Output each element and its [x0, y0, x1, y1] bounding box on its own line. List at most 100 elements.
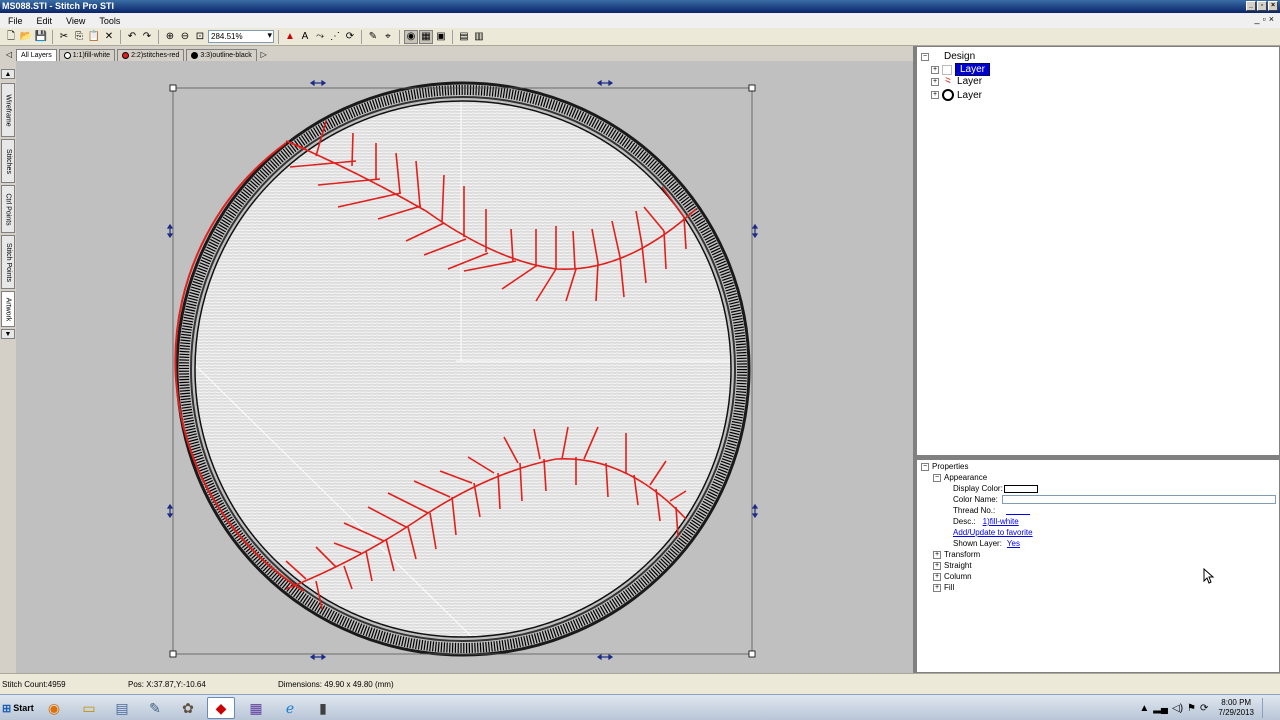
- explorer-folder-icon[interactable]: ▭: [75, 697, 103, 719]
- color-name-field[interactable]: [1001, 495, 1276, 504]
- utility-app-icon[interactable]: ▮: [309, 697, 337, 719]
- side-scroll-up-icon[interactable]: ▲: [1, 69, 15, 79]
- layer-color-red-icon: [122, 52, 130, 59]
- internet-explorer-icon[interactable]: ℯ: [276, 697, 304, 719]
- show-wireframe-icon[interactable]: ▦: [419, 29, 433, 44]
- stitch-tool-icon[interactable]: ⤳: [313, 30, 327, 44]
- column-tool-icon[interactable]: ⋰: [328, 30, 342, 44]
- tool-app-icon[interactable]: ✿: [174, 697, 202, 719]
- column-group[interactable]: + Column: [933, 572, 972, 581]
- speaker-icon[interactable]: ◁): [1172, 703, 1183, 714]
- menu-edit[interactable]: Edit: [29, 16, 59, 26]
- shown-layer-value[interactable]: Yes: [1007, 539, 1020, 548]
- expand-icon[interactable]: +: [931, 91, 939, 99]
- design-tree: − Design + Layer + ⺀ Layer + Layer: [916, 46, 1280, 456]
- thread-no-field[interactable]: [1006, 507, 1031, 515]
- media-player-icon[interactable]: ◉: [40, 697, 68, 719]
- open-folder-icon[interactable]: 📂: [19, 30, 33, 44]
- show-desktop-button[interactable]: [1262, 698, 1270, 718]
- system-tray: ▲ ▂▄ ◁) ⚑ ⟳ 8:00 PM 7/29/2013: [1139, 697, 1280, 719]
- appearance-group[interactable]: − Appearance: [933, 473, 987, 482]
- text-tool-icon[interactable]: A: [298, 30, 312, 44]
- mdi-close-icon[interactable]: ×: [1269, 14, 1274, 24]
- tree-layer-2[interactable]: + ⺀ Layer: [931, 76, 982, 88]
- undo-icon[interactable]: ↶: [125, 30, 139, 44]
- minimize-button[interactable]: _: [1246, 1, 1256, 11]
- status-bar: Stitch Count:4959 Pos: X:37.87,Y:-10.64 …: [0, 673, 1280, 694]
- redo-icon[interactable]: ↷: [140, 30, 154, 44]
- update-icon[interactable]: ⟳: [1200, 703, 1208, 714]
- applique-tool-icon[interactable]: ⟳: [343, 30, 357, 44]
- menu-file[interactable]: File: [0, 16, 29, 26]
- start-button[interactable]: ⊞ Start: [0, 696, 36, 720]
- grid-icon[interactable]: ▤: [457, 30, 471, 44]
- collapse-icon[interactable]: −: [933, 473, 941, 482]
- tab-layer-2[interactable]: 2:2)stitches-red: [117, 49, 185, 61]
- properties-panel: − Properties − Appearance Display Color:…: [916, 459, 1280, 673]
- expand-icon[interactable]: +: [933, 583, 941, 592]
- collapse-icon[interactable]: −: [921, 462, 929, 471]
- clock[interactable]: 8:00 PM 7/29/2013: [1218, 698, 1254, 718]
- tabs-scroll-right-icon[interactable]: ▷: [259, 49, 269, 61]
- mdi-restore-icon[interactable]: ▫: [1263, 14, 1266, 24]
- menu-view[interactable]: View: [58, 16, 91, 26]
- collapse-icon[interactable]: −: [921, 52, 929, 61]
- expand-icon[interactable]: +: [933, 550, 941, 559]
- tabs-scroll-left-icon[interactable]: ◁: [4, 49, 14, 61]
- notepad-icon[interactable]: ✎: [141, 697, 169, 719]
- add-favorite-link[interactable]: Add/Update to favorite: [953, 528, 1033, 537]
- pen-tool-icon[interactable]: ✎: [366, 30, 380, 44]
- zoom-out-icon[interactable]: ⊖: [178, 30, 192, 44]
- design-canvas[interactable]: [16, 61, 913, 673]
- tab-layer-3[interactable]: 3:3)outline-black: [186, 49, 257, 61]
- properties-header[interactable]: − Properties: [921, 462, 968, 471]
- transform-group[interactable]: + Transform: [933, 550, 980, 559]
- delete-icon[interactable]: ✕: [102, 30, 116, 44]
- mdi-minimize-icon[interactable]: _: [1255, 14, 1260, 24]
- network-icon[interactable]: ▂▄: [1153, 703, 1168, 714]
- zoom-combo[interactable]: 284.51%: [208, 30, 274, 43]
- fill-group[interactable]: + Fill: [933, 583, 954, 592]
- show-artwork-icon[interactable]: ▣: [434, 30, 448, 44]
- restore-button[interactable]: ▫: [1257, 1, 1267, 11]
- fill-tool-icon[interactable]: ▲: [283, 30, 297, 44]
- straight-group[interactable]: + Straight: [933, 561, 972, 570]
- hoop-icon[interactable]: ▥: [472, 30, 486, 44]
- side-tab-wireframe[interactable]: Wireframe: [1, 83, 15, 137]
- close-button[interactable]: ×: [1268, 1, 1278, 11]
- menu-tools[interactable]: Tools: [91, 16, 126, 26]
- desc-value[interactable]: 1)fill-white: [983, 517, 1019, 526]
- layer-color-white-icon: [63, 52, 71, 59]
- side-tab-stitch-points[interactable]: Stitch Points: [1, 235, 15, 289]
- zoom-fit-icon[interactable]: ⊡: [193, 30, 207, 44]
- side-tab-ctrl-points[interactable]: Ctrl Points: [1, 185, 15, 233]
- save-icon[interactable]: 💾: [34, 30, 48, 44]
- show-stitches-icon[interactable]: ◉: [404, 29, 418, 44]
- expand-icon[interactable]: +: [931, 77, 939, 86]
- tab-layer-1[interactable]: 1:1)fill-white: [58, 49, 116, 61]
- document-icon[interactable]: ▤: [108, 697, 136, 719]
- tree-layer-1[interactable]: + Layer: [931, 63, 991, 76]
- tree-root[interactable]: − Design: [921, 51, 975, 62]
- show-hidden-icons-icon[interactable]: ▲: [1139, 703, 1149, 714]
- zoom-in-icon[interactable]: ⊕: [163, 30, 177, 44]
- cut-icon[interactable]: ✂: [57, 30, 71, 44]
- side-scroll-down-icon[interactable]: ▼: [1, 329, 15, 339]
- edit-points-icon[interactable]: ⌖: [381, 30, 395, 44]
- new-file-icon[interactable]: 🗋: [4, 30, 18, 44]
- expand-icon[interactable]: +: [931, 65, 939, 74]
- favorite-row: Add/Update to favorite: [953, 528, 1033, 537]
- image-app-icon[interactable]: ▦: [242, 697, 270, 719]
- side-tab-artwork[interactable]: Artwork: [1, 291, 15, 327]
- stitch-pro-taskbar-icon[interactable]: ◆: [207, 697, 235, 719]
- copy-icon[interactable]: ⎘: [72, 30, 86, 44]
- display-color-swatch[interactable]: [1003, 484, 1038, 493]
- tree-layer-3[interactable]: + Layer: [931, 89, 982, 101]
- tab-all-layers[interactable]: All Layers: [16, 49, 57, 61]
- paste-icon[interactable]: 📋: [87, 30, 101, 44]
- expand-icon[interactable]: +: [933, 572, 941, 581]
- side-tab-stitches[interactable]: Stitches: [1, 139, 15, 183]
- expand-icon[interactable]: +: [933, 561, 941, 570]
- action-center-icon[interactable]: ⚑: [1187, 703, 1196, 714]
- title-bar: MS088.STI - Stitch Pro STI _ ▫ ×: [0, 0, 1280, 13]
